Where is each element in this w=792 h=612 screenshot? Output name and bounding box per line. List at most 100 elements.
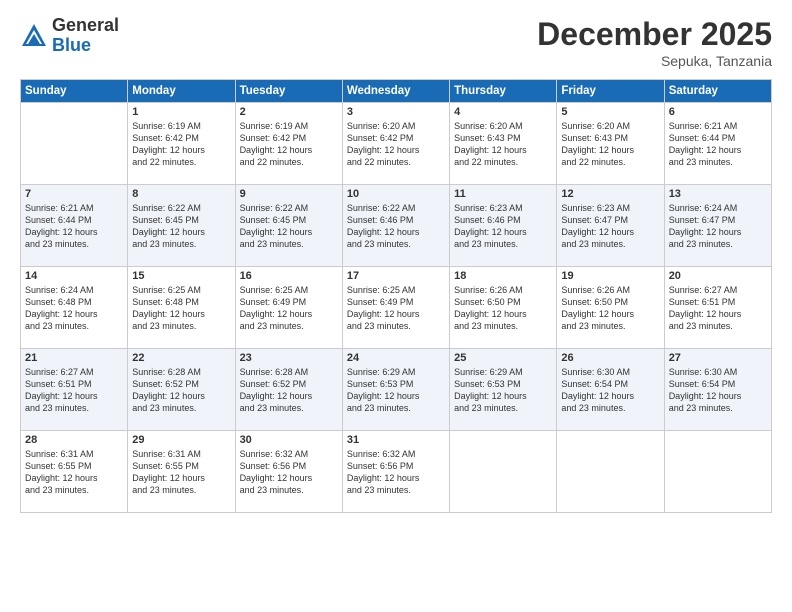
day-info: Sunrise: 6:26 AM Sunset: 6:50 PM Dayligh… bbox=[454, 284, 552, 333]
day-number: 25 bbox=[454, 352, 552, 364]
day-info: Sunrise: 6:32 AM Sunset: 6:56 PM Dayligh… bbox=[240, 448, 338, 497]
day-info: Sunrise: 6:20 AM Sunset: 6:43 PM Dayligh… bbox=[454, 120, 552, 169]
calendar-cell: 7Sunrise: 6:21 AM Sunset: 6:44 PM Daylig… bbox=[21, 185, 128, 267]
calendar-cell: 27 Sunrise: 6:30 AM Sunset: 6:54 PM Dayli… bbox=[664, 349, 771, 431]
calendar-cell: 4 Sunrise: 6:20 AM Sunset: 6:43 PM Daylig… bbox=[450, 103, 557, 185]
header: General Blue December 2025 Sepuka, Tanza… bbox=[20, 16, 772, 69]
day-info: Sunrise: 6:19 AM Sunset: 6:42 PM Dayligh… bbox=[240, 120, 338, 169]
calendar-week-row: 14Sunrise: 6:24 AM Sunset: 6:48 PM Dayli… bbox=[21, 267, 772, 349]
day-info: Sunrise: 6:30 AM Sunset: 6:54 PM Dayligh… bbox=[669, 366, 767, 415]
day-info: Sunrise: 6:21 AM Sunset: 6:44 PM Dayligh… bbox=[25, 202, 123, 251]
calendar-week-row: 7Sunrise: 6:21 AM Sunset: 6:44 PM Daylig… bbox=[21, 185, 772, 267]
calendar-cell: 9 Sunrise: 6:22 AM Sunset: 6:45 PM Daylig… bbox=[235, 185, 342, 267]
weekday-header: Tuesday bbox=[235, 80, 342, 103]
day-number: 5 bbox=[561, 106, 659, 118]
day-number: 16 bbox=[240, 270, 338, 282]
calendar-cell: 3 Sunrise: 6:20 AM Sunset: 6:42 PM Daylig… bbox=[342, 103, 449, 185]
calendar-cell bbox=[557, 431, 664, 513]
calendar-cell: 11 Sunrise: 6:23 AM Sunset: 6:46 PM Dayli… bbox=[450, 185, 557, 267]
day-info: Sunrise: 6:28 AM Sunset: 6:52 PM Dayligh… bbox=[132, 366, 230, 415]
day-info: Sunrise: 6:24 AM Sunset: 6:47 PM Dayligh… bbox=[669, 202, 767, 251]
day-info: Sunrise: 6:28 AM Sunset: 6:52 PM Dayligh… bbox=[240, 366, 338, 415]
calendar-cell: 12 Sunrise: 6:23 AM Sunset: 6:47 PM Dayli… bbox=[557, 185, 664, 267]
day-number: 3 bbox=[347, 106, 445, 118]
calendar-cell: 10Sunrise: 6:22 AM Sunset: 6:46 PM Dayli… bbox=[342, 185, 449, 267]
day-info: Sunrise: 6:23 AM Sunset: 6:46 PM Dayligh… bbox=[454, 202, 552, 251]
day-info: Sunrise: 6:20 AM Sunset: 6:43 PM Dayligh… bbox=[561, 120, 659, 169]
calendar-cell: 25 Sunrise: 6:29 AM Sunset: 6:53 PM Dayli… bbox=[450, 349, 557, 431]
day-number: 13 bbox=[669, 188, 767, 200]
calendar-week-row: 21 Sunrise: 6:27 AM Sunset: 6:51 PM Dayli… bbox=[21, 349, 772, 431]
calendar-cell: 5 Sunrise: 6:20 AM Sunset: 6:43 PM Daylig… bbox=[557, 103, 664, 185]
day-info: Sunrise: 6:25 AM Sunset: 6:48 PM Dayligh… bbox=[132, 284, 230, 333]
day-number: 2 bbox=[240, 106, 338, 118]
day-info: Sunrise: 6:25 AM Sunset: 6:49 PM Dayligh… bbox=[347, 284, 445, 333]
day-number: 24 bbox=[347, 352, 445, 364]
day-number: 21 bbox=[25, 352, 123, 364]
weekday-header: Sunday bbox=[21, 80, 128, 103]
calendar-week-row: 1 Sunrise: 6:19 AM Sunset: 6:42 PM Daylig… bbox=[21, 103, 772, 185]
month-title: December 2025 bbox=[537, 16, 772, 53]
calendar-cell: 31 Sunrise: 6:32 AM Sunset: 6:56 PM Dayli… bbox=[342, 431, 449, 513]
day-number: 18 bbox=[454, 270, 552, 282]
calendar-cell bbox=[21, 103, 128, 185]
calendar-cell: 21 Sunrise: 6:27 AM Sunset: 6:51 PM Dayli… bbox=[21, 349, 128, 431]
calendar-cell: 6 Sunrise: 6:21 AM Sunset: 6:44 PM Daylig… bbox=[664, 103, 771, 185]
day-info: Sunrise: 6:20 AM Sunset: 6:42 PM Dayligh… bbox=[347, 120, 445, 169]
day-number: 29 bbox=[132, 434, 230, 446]
day-info: Sunrise: 6:21 AM Sunset: 6:44 PM Dayligh… bbox=[669, 120, 767, 169]
logo-text: General Blue bbox=[52, 16, 119, 56]
calendar-cell: 19Sunrise: 6:26 AM Sunset: 6:50 PM Dayli… bbox=[557, 267, 664, 349]
calendar-cell: 16 Sunrise: 6:25 AM Sunset: 6:49 PM Dayli… bbox=[235, 267, 342, 349]
day-info: Sunrise: 6:31 AM Sunset: 6:55 PM Dayligh… bbox=[25, 448, 123, 497]
day-number: 20 bbox=[669, 270, 767, 282]
logo: General Blue bbox=[20, 16, 119, 56]
weekday-header: Saturday bbox=[664, 80, 771, 103]
day-info: Sunrise: 6:22 AM Sunset: 6:45 PM Dayligh… bbox=[132, 202, 230, 251]
calendar-cell: 2 Sunrise: 6:19 AM Sunset: 6:42 PM Daylig… bbox=[235, 103, 342, 185]
day-info: Sunrise: 6:25 AM Sunset: 6:49 PM Dayligh… bbox=[240, 284, 338, 333]
logo-general-label: General bbox=[52, 16, 119, 36]
day-number: 22 bbox=[132, 352, 230, 364]
day-number: 14 bbox=[25, 270, 123, 282]
calendar-cell: 28 Sunrise: 6:31 AM Sunset: 6:55 PM Dayli… bbox=[21, 431, 128, 513]
day-info: Sunrise: 6:32 AM Sunset: 6:56 PM Dayligh… bbox=[347, 448, 445, 497]
day-info: Sunrise: 6:31 AM Sunset: 6:55 PM Dayligh… bbox=[132, 448, 230, 497]
calendar-week-row: 28 Sunrise: 6:31 AM Sunset: 6:55 PM Dayli… bbox=[21, 431, 772, 513]
day-number: 30 bbox=[240, 434, 338, 446]
day-number: 8 bbox=[132, 188, 230, 200]
day-number: 6 bbox=[669, 106, 767, 118]
calendar-cell: 17Sunrise: 6:25 AM Sunset: 6:49 PM Dayli… bbox=[342, 267, 449, 349]
day-info: Sunrise: 6:29 AM Sunset: 6:53 PM Dayligh… bbox=[454, 366, 552, 415]
weekday-header: Monday bbox=[128, 80, 235, 103]
day-info: Sunrise: 6:23 AM Sunset: 6:47 PM Dayligh… bbox=[561, 202, 659, 251]
logo-icon bbox=[20, 22, 48, 50]
day-number: 10 bbox=[347, 188, 445, 200]
day-info: Sunrise: 6:29 AM Sunset: 6:53 PM Dayligh… bbox=[347, 366, 445, 415]
day-number: 12 bbox=[561, 188, 659, 200]
calendar-cell: 8 Sunrise: 6:22 AM Sunset: 6:45 PM Daylig… bbox=[128, 185, 235, 267]
title-area: December 2025 Sepuka, Tanzania bbox=[537, 16, 772, 69]
day-number: 26 bbox=[561, 352, 659, 364]
calendar-cell: 24 Sunrise: 6:29 AM Sunset: 6:53 PM Dayli… bbox=[342, 349, 449, 431]
calendar-cell: 22 Sunrise: 6:28 AM Sunset: 6:52 PM Dayli… bbox=[128, 349, 235, 431]
day-number: 28 bbox=[25, 434, 123, 446]
day-info: Sunrise: 6:22 AM Sunset: 6:45 PM Dayligh… bbox=[240, 202, 338, 251]
day-number: 1 bbox=[132, 106, 230, 118]
calendar: SundayMondayTuesdayWednesdayThursdayFrid… bbox=[20, 79, 772, 513]
day-number: 11 bbox=[454, 188, 552, 200]
day-info: Sunrise: 6:27 AM Sunset: 6:51 PM Dayligh… bbox=[25, 366, 123, 415]
calendar-cell: 18 Sunrise: 6:26 AM Sunset: 6:50 PM Dayli… bbox=[450, 267, 557, 349]
calendar-cell: 1Sunrise: 6:19 AM Sunset: 6:42 PM Daylig… bbox=[128, 103, 235, 185]
day-number: 23 bbox=[240, 352, 338, 364]
calendar-cell: 14Sunrise: 6:24 AM Sunset: 6:48 PM Dayli… bbox=[21, 267, 128, 349]
calendar-cell: 26Sunrise: 6:30 AM Sunset: 6:54 PM Dayli… bbox=[557, 349, 664, 431]
calendar-cell: 29 Sunrise: 6:31 AM Sunset: 6:55 PM Dayli… bbox=[128, 431, 235, 513]
calendar-header-row: SundayMondayTuesdayWednesdayThursdayFrid… bbox=[21, 80, 772, 103]
page: General Blue December 2025 Sepuka, Tanza… bbox=[0, 0, 792, 612]
day-number: 4 bbox=[454, 106, 552, 118]
day-number: 27 bbox=[669, 352, 767, 364]
day-number: 9 bbox=[240, 188, 338, 200]
day-number: 31 bbox=[347, 434, 445, 446]
weekday-header: Thursday bbox=[450, 80, 557, 103]
